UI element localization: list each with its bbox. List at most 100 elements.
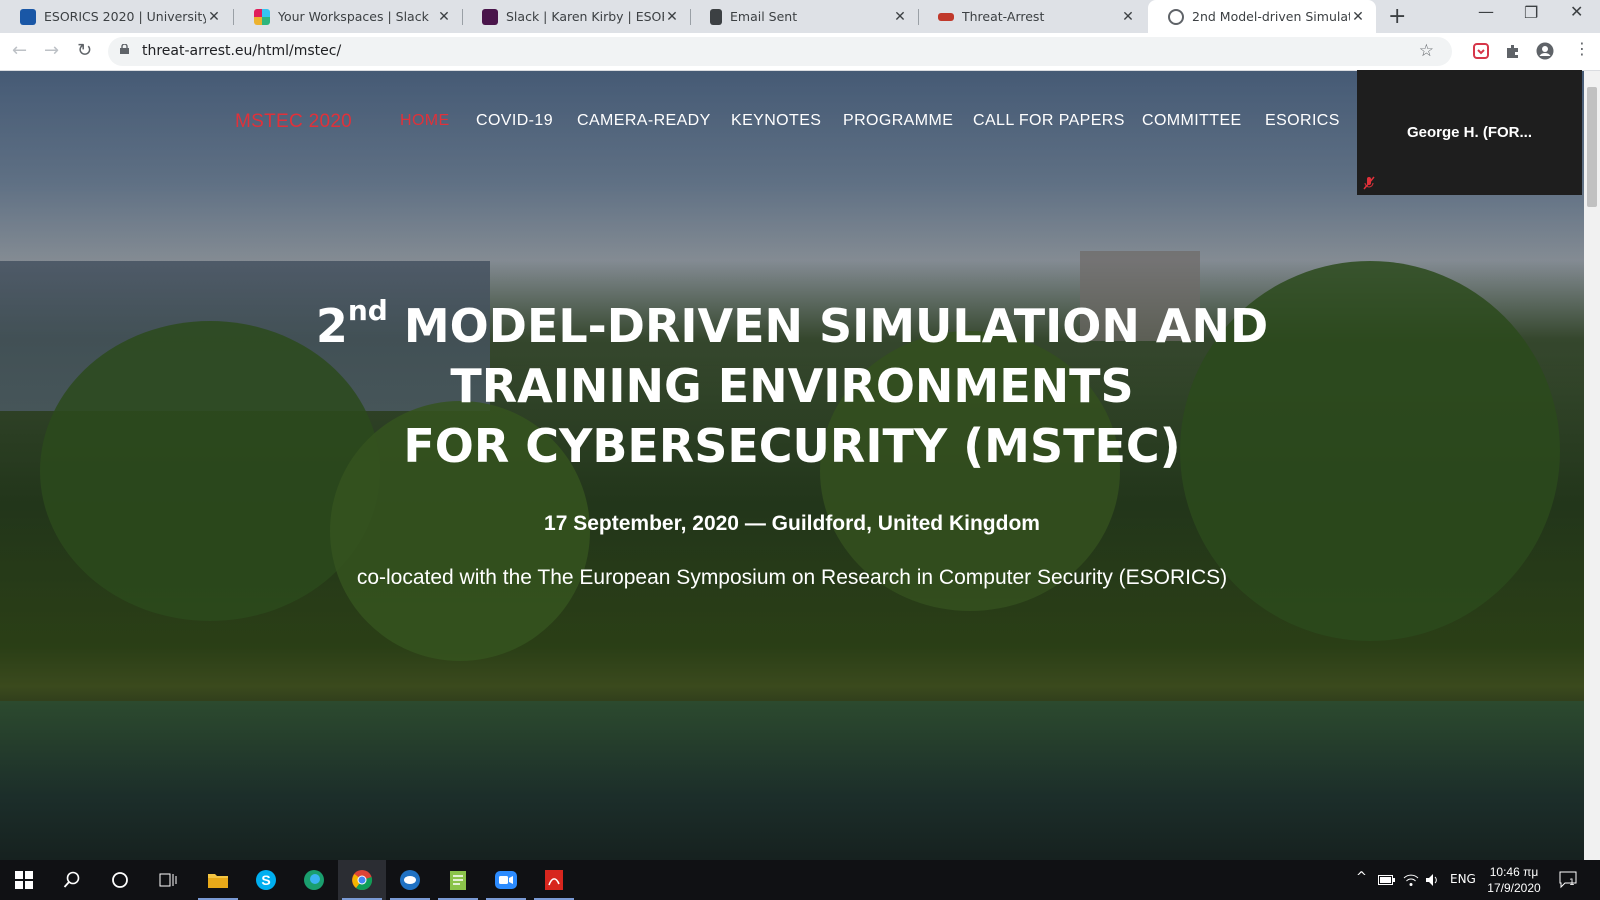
tab-title: Your Workspaces | Slack [278,9,429,24]
restore-button[interactable]: ❐ [1524,3,1538,22]
nav-esorics[interactable]: ESORICS [1265,112,1340,130]
page-scrollbar[interactable] [1584,71,1600,860]
file-explorer-app[interactable] [194,860,242,900]
forward-button[interactable]: → [44,40,59,61]
browser-tab[interactable]: Email Sent ✕ [690,0,918,33]
cortana-button[interactable] [96,860,144,900]
slack-favicon-icon [254,8,270,25]
pocket-extension-icon[interactable] [1472,42,1490,60]
browser-toolbar: ← → ↻ threat-arrest.eu/html/mstec/ ☆ ⋮ [0,33,1600,71]
hero-date-location: 17 September, 2020 — Guildford, United K… [544,512,1040,535]
nav-call-for-papers[interactable]: CALL FOR PAPERS [973,112,1125,130]
nav-covid-19[interactable]: COVID-19 [476,112,553,130]
windows-taskbar: S ^ ENG 10:46 πμ 17/9/2020 1 [0,860,1600,900]
battery-icon[interactable] [1378,874,1396,886]
start-button[interactable] [0,860,48,900]
browser-tab[interactable]: Threat-Arrest ✕ [918,0,1146,33]
hero-ordinal-suffix: nd [347,294,388,327]
tab-title: 2nd Model-driven Simulation a [1192,9,1350,24]
nav-committee[interactable]: COMMITTEE [1142,112,1242,130]
url-text: threat-arrest.eu/html/mstec/ [142,43,342,59]
wifi-icon[interactable] [1403,873,1419,887]
back-button[interactable]: ← [12,40,27,61]
acrobat-app[interactable] [530,860,578,900]
zoom-video-panel[interactable]: George H. (FOR... [1357,70,1582,195]
tab-title: Email Sent [730,9,798,24]
bookmark-star-icon[interactable]: ☆ [1419,41,1434,61]
slack-favicon-icon [482,8,498,25]
tab-title: Slack | Karen Kirby | ESORICS20 [506,9,664,24]
task-view-icon [159,873,177,887]
tab-title: Threat-Arrest [962,9,1045,24]
edge-app[interactable] [290,860,338,900]
chat-bubble-icon [400,870,420,890]
browser-menu-icon[interactable]: ⋮ [1574,39,1590,58]
zoom-camera-icon [495,871,517,889]
cortana-circle-icon [112,872,128,888]
lake [0,701,1584,860]
volume-icon[interactable] [1425,873,1441,887]
chrome-icon [352,870,373,891]
lock-icon [120,44,129,54]
search-button[interactable] [48,860,96,900]
show-hidden-icons-button[interactable]: ^ [1356,870,1367,885]
browser-tab-strip: ESORICS 2020 | University of Su ✕ Your W… [0,0,1600,33]
hero-title: 2nd MODEL-DRIVEN SIMULATION AND TRAINING… [200,281,1384,476]
extensions-puzzle-icon[interactable] [1504,42,1522,60]
chrome-app[interactable] [338,860,386,900]
browser-tab[interactable]: Your Workspaces | Slack ✕ [234,0,462,33]
clock-date: 17/9/2020 [1487,881,1541,895]
search-icon [63,871,80,888]
nav-keynotes[interactable]: KEYNOTES [731,112,821,130]
browser-tab-active[interactable]: 2nd Model-driven Simulation a ✕ [1148,0,1376,33]
university-favicon-icon [20,8,36,25]
new-tab-button[interactable]: + [1388,4,1406,29]
skype-app[interactable]: S [242,860,290,900]
notification-count: 1 [1569,878,1575,888]
scrollbar-thumb[interactable] [1587,87,1597,207]
close-tab-icon[interactable]: ✕ [1120,9,1136,25]
document-favicon-icon [710,8,722,25]
close-tab-icon[interactable]: ✕ [206,9,222,25]
address-bar[interactable]: threat-arrest.eu/html/mstec/ ☆ [108,37,1452,66]
site-logo[interactable]: MSTEC 2020 [235,111,352,133]
chat-app[interactable] [386,860,434,900]
close-tab-icon[interactable]: ✕ [436,9,452,25]
close-tab-icon[interactable]: ✕ [892,9,908,25]
system-clock[interactable]: 10:46 πμ 17/9/2020 [1482,864,1546,896]
minimize-button[interactable]: — [1478,2,1494,21]
task-view-button[interactable] [144,860,192,900]
nav-programme[interactable]: PROGRAMME [843,112,953,130]
hero-title-line-2: TRAINING ENVIRONMENTS [450,359,1134,413]
input-language[interactable]: ENG [1450,872,1476,886]
browser-tab[interactable]: ESORICS 2020 | University of Su ✕ [0,0,232,33]
action-center-button[interactable]: 1 [1558,869,1578,892]
reload-button[interactable]: ↻ [77,40,92,61]
threat-arrest-favicon-icon [938,12,954,21]
close-window-button[interactable]: ✕ [1570,2,1583,21]
web-page: MSTEC 2020 HOME COVID-19 CAMERA-READY KE… [0,71,1584,860]
mic-muted-icon [1363,176,1375,190]
hero-title-line-1: MODEL-DRIVEN SIMULATION AND [403,299,1269,353]
hero-title-line-3: FOR CYBERSECURITY (MSTEC) [403,419,1181,473]
participant-name: George H. (FOR... [1406,124,1532,141]
browser-tab[interactable]: Slack | Karen Kirby | ESORICS20 ✕ [462,0,690,33]
hero-ordinal: 2 [315,299,348,353]
profile-avatar-icon[interactable] [1536,42,1554,60]
windows-logo-icon [15,871,33,889]
edge-icon [304,870,324,890]
tab-title: ESORICS 2020 | University of Su [44,9,206,24]
close-tab-icon[interactable]: ✕ [1350,9,1366,25]
notes-app[interactable] [434,860,482,900]
zoom-app[interactable] [482,860,530,900]
nav-camera-ready[interactable]: CAMERA-READY [577,112,711,130]
notification-icon [1559,871,1577,889]
skype-icon: S [256,870,276,890]
clock-time: 10:46 πμ [1489,865,1539,879]
close-tab-icon[interactable]: ✕ [664,9,680,25]
svg-text:S: S [261,872,270,888]
globe-favicon-icon [1168,8,1184,25]
folder-icon [208,874,228,888]
nav-home[interactable]: HOME [400,112,450,130]
pdf-icon [545,870,563,890]
